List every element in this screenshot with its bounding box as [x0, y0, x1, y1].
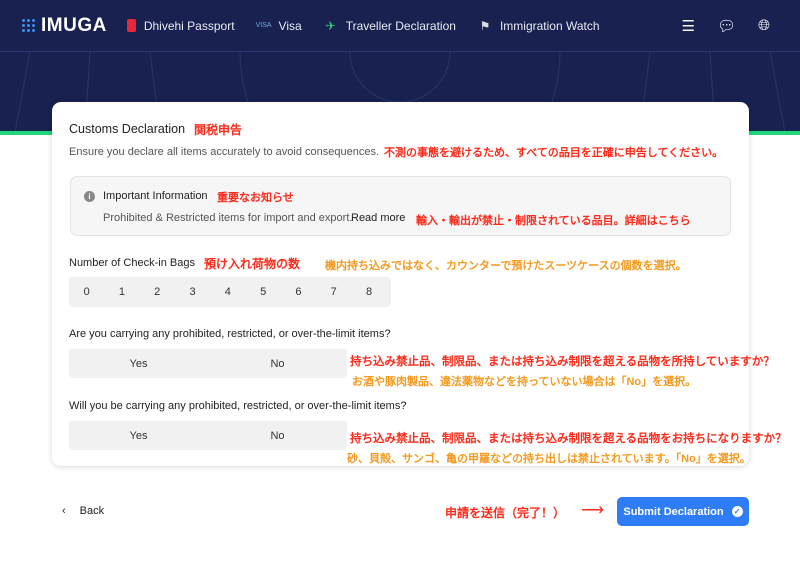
nav-label: Immigration Watch — [499, 18, 600, 33]
chevron-left-icon: ‹ — [62, 505, 66, 517]
card-title: Customs Declaration — [69, 122, 186, 136]
info-text-ja: 輸入・輸出が禁止・制限されている品目。詳細はこちら — [416, 215, 691, 227]
bag-option[interactable]: 5 — [245, 286, 280, 298]
bag-option[interactable]: 0 — [69, 286, 104, 298]
info-icon: i — [84, 191, 95, 202]
bag-option[interactable]: 4 — [210, 286, 245, 298]
q2-label: Will you be carrying any prohibited, res… — [69, 400, 407, 412]
q1-ja: 持ち込み禁止品、制限品、または持ち込み制限を超える品物を所持していますか？ — [350, 356, 775, 368]
card-subtitle: Ensure you declare all items accurately … — [69, 146, 380, 158]
bags-label: Number of Check-in Bags — [69, 257, 195, 269]
nav-label: Visa — [278, 18, 302, 33]
bag-option[interactable]: 3 — [175, 286, 210, 298]
bags-selector: 012345678 — [69, 277, 391, 307]
back-button[interactable]: ‹ Back — [62, 505, 104, 517]
logo-text: IMUGA — [41, 14, 107, 36]
nav-traveller-declaration[interactable]: ✈ Traveller Declaration — [324, 19, 456, 33]
passport-icon — [126, 19, 136, 32]
chat-icon[interactable]: 💬︎ — [717, 17, 736, 35]
nav-label: Traveller Declaration — [345, 18, 456, 33]
bag-option[interactable]: 8 — [351, 286, 386, 298]
nav-visa[interactable]: VISA Visa — [255, 18, 302, 33]
customs-declaration-card: Customs Declaration 関税申告 Ensure you decl… — [52, 102, 775, 466]
important-info-box: i Important Information 重要なお知らせ Prohibit… — [70, 176, 731, 236]
bag-option[interactable]: 1 — [104, 286, 139, 298]
q1-note-ja: お酒や豚肉製品、違法薬物などを持っていない場合は「No」を選択。 — [352, 376, 697, 388]
top-nav: IMUGA Dhivehi Passport VISA Visa ✈ Travell… — [0, 0, 800, 52]
visa-icon: VISA — [255, 22, 272, 29]
nav-immigration-watch[interactable]: ⚑ Immigration Watch — [478, 19, 600, 33]
submit-note-ja: 申請を送信（完了！） — [445, 506, 566, 520]
q1-yes-button[interactable]: Yes — [69, 358, 208, 370]
card-subtitle-ja: 不測の事態を避けるため、すべての品目を正確に申告してください。 — [384, 147, 724, 159]
nav-label: Dhivehi Passport — [143, 18, 235, 33]
q2-yes-button[interactable]: Yes — [69, 430, 208, 442]
logo-dots-icon — [22, 19, 35, 32]
q2-no-button[interactable]: No — [208, 430, 347, 442]
q2-note-ja: 砂、貝殻、サンゴ、亀の甲羅などの持ち出しは禁止されています。「No」を選択。 — [347, 453, 751, 465]
arrow-right-icon: ⟶ — [581, 502, 604, 519]
q1-toggle: Yes No — [69, 349, 347, 378]
nav-dhivehi-passport[interactable]: Dhivehi Passport — [126, 18, 235, 33]
bag-option[interactable]: 7 — [316, 286, 351, 298]
flag-icon: ⚑ — [479, 18, 491, 33]
card-title-ja: 関税申告 — [194, 123, 243, 137]
back-label: Back — [79, 505, 105, 517]
check-icon: ✓ — [731, 506, 743, 517]
bag-option[interactable]: 6 — [281, 286, 316, 298]
info-text: Prohibited & Restricted items for import… — [103, 212, 353, 224]
bag-option[interactable]: 2 — [140, 286, 175, 298]
globe-icon[interactable]: 🌐︎ — [758, 17, 770, 35]
q1-label: Are you carrying any prohibited, restric… — [69, 328, 391, 340]
logo[interactable]: IMUGA — [22, 15, 107, 37]
submit-label: Submit Declaration — [623, 505, 724, 518]
airplane-icon: ✈ — [325, 18, 336, 33]
bags-label-ja: 預け入れ荷物の数 — [204, 257, 301, 271]
database-icon[interactable]: ☰ — [681, 17, 694, 35]
read-more-link[interactable]: Read more — [351, 212, 405, 224]
bags-note-ja: 機内持ち込みではなく、カウンターで預けたスーツケースの個数を選択。 — [325, 260, 687, 272]
q2-toggle: Yes No — [69, 421, 347, 450]
info-title-ja: 重要なお知らせ — [217, 192, 294, 204]
submit-declaration-button[interactable]: Submit Declaration ✓ — [617, 497, 749, 526]
info-title: Important Information — [103, 190, 208, 202]
q2-ja: 持ち込み禁止品、制限品、または持ち込み制限を超える品物をお持ちになりますか？ — [350, 433, 787, 445]
q1-no-button[interactable]: No — [208, 358, 347, 370]
